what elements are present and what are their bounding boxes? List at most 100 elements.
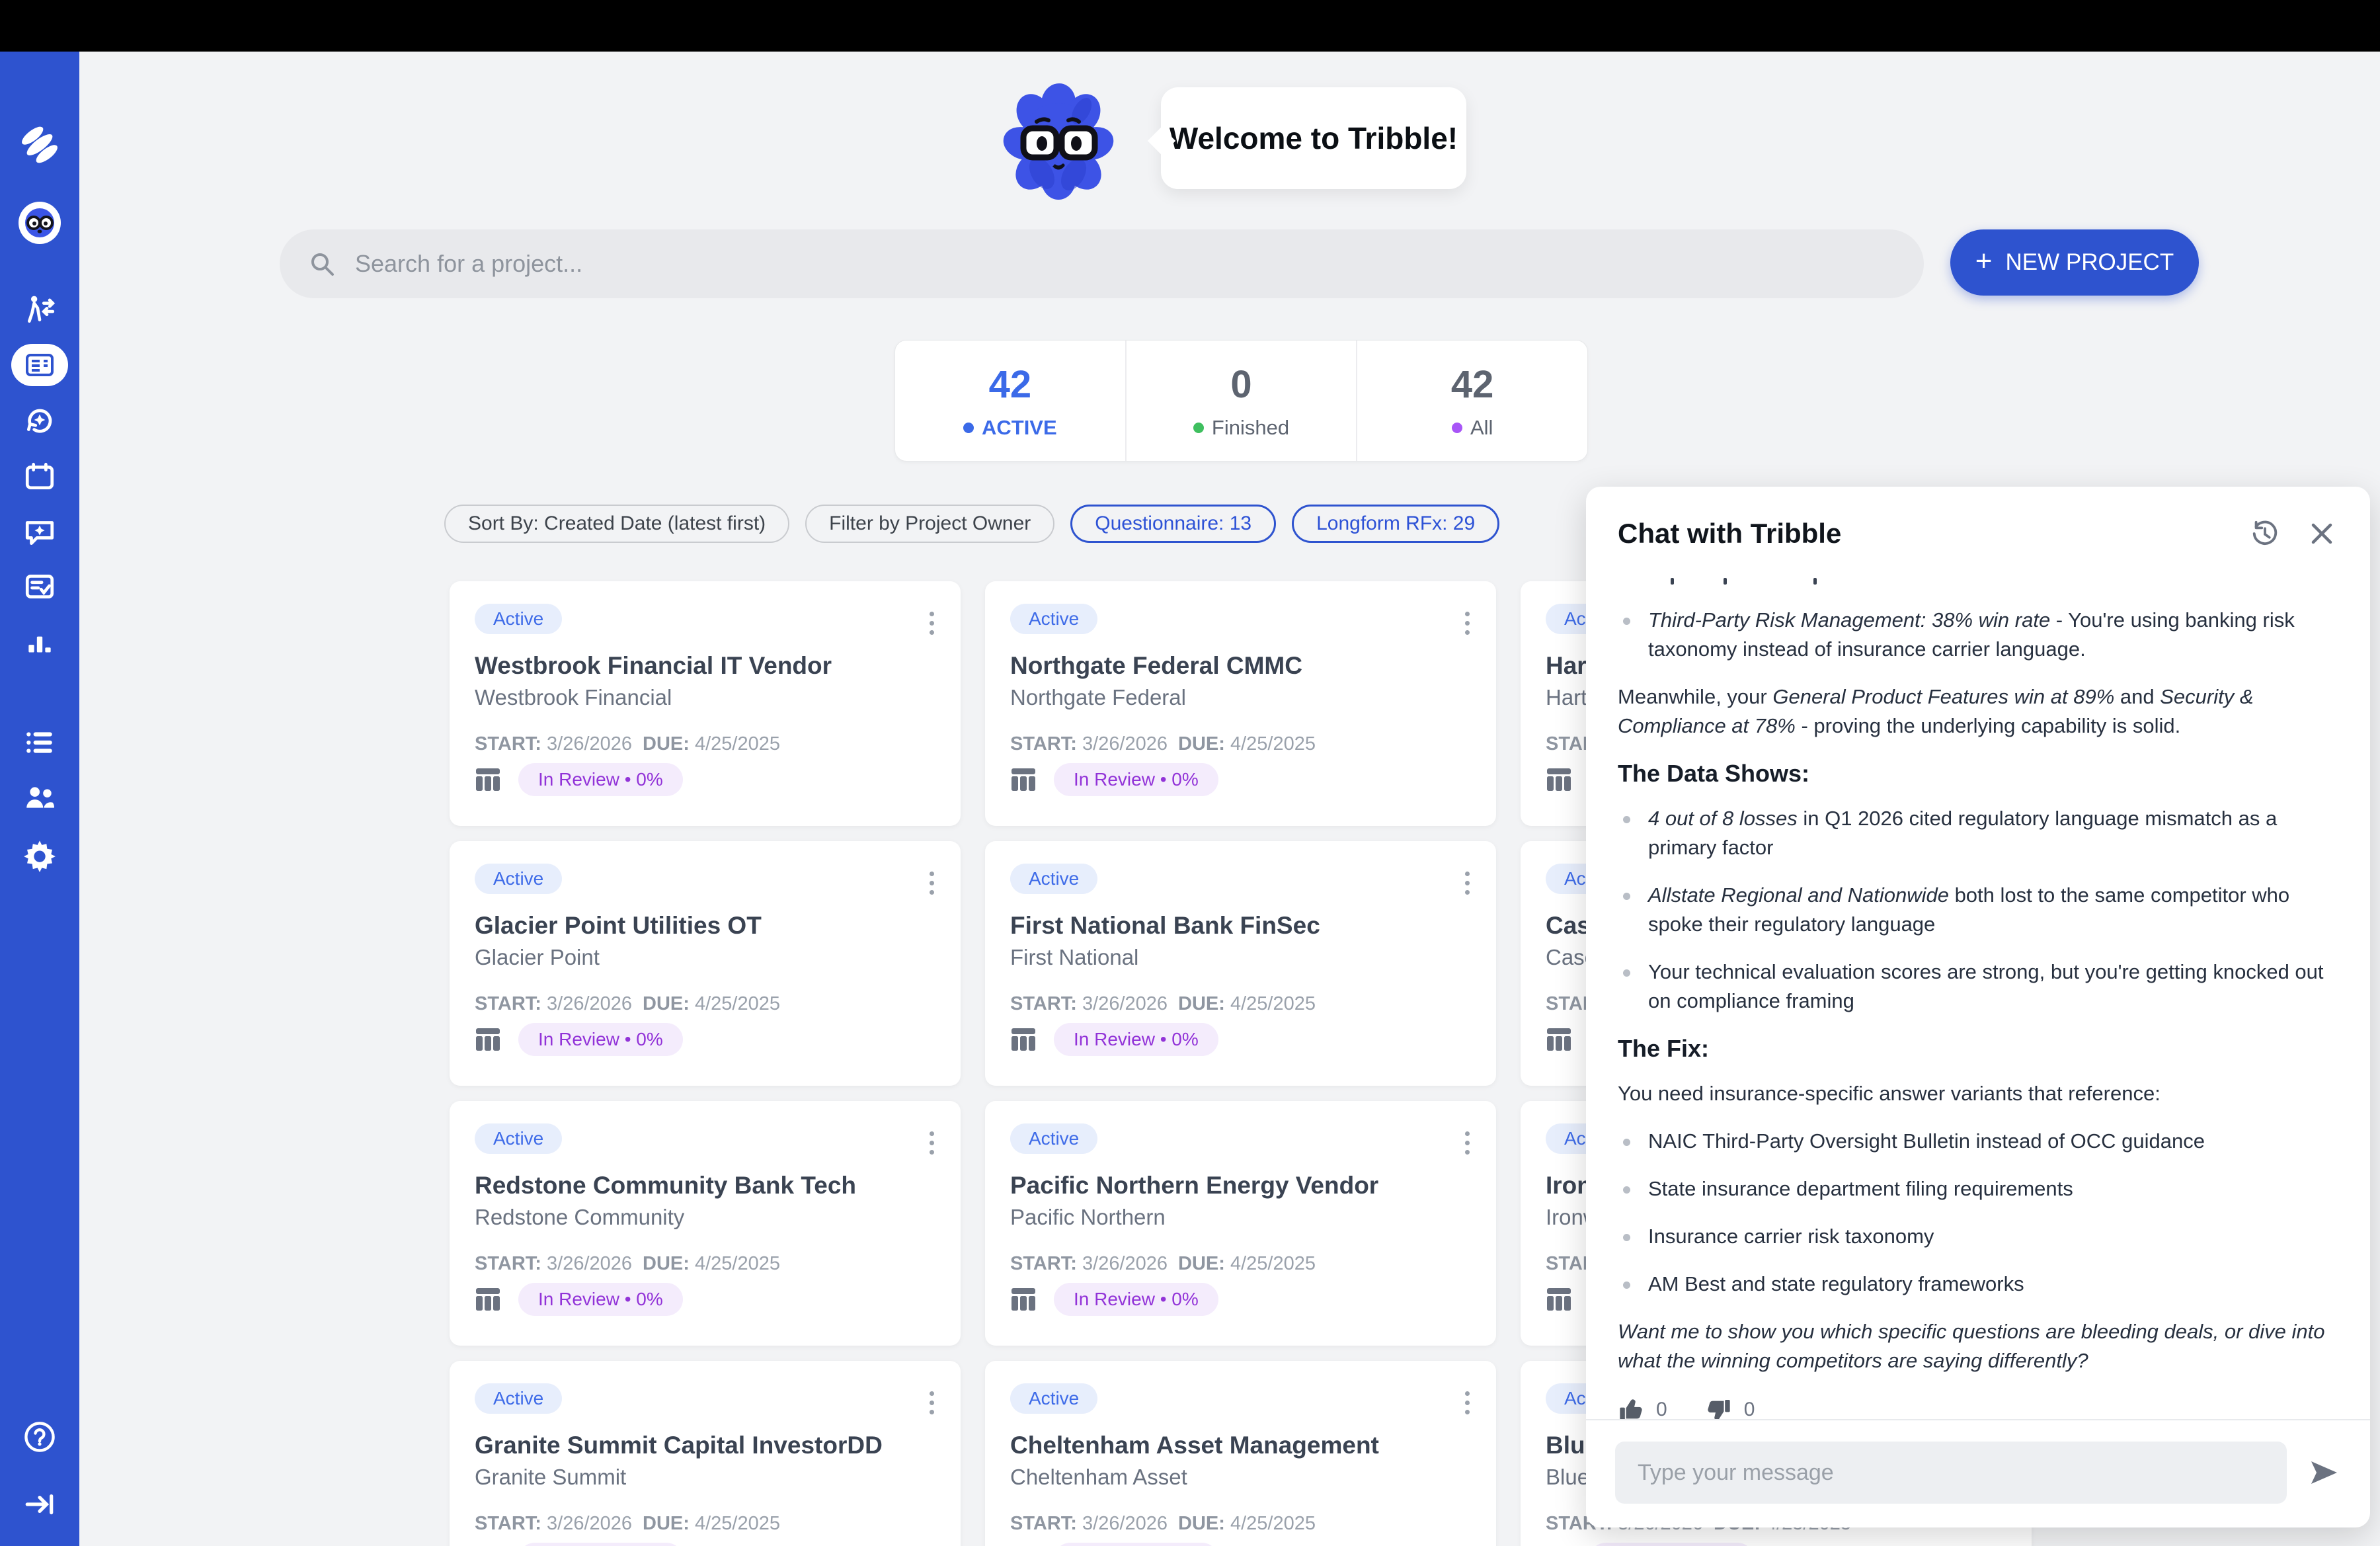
status-badge: Active xyxy=(1010,1123,1097,1154)
project-card[interactable]: Active Westbrook Financial IT Vendor Westb… xyxy=(450,581,961,826)
project-subtitle: Westbrook Financial xyxy=(475,684,935,711)
project-subtitle: Northgate Federal xyxy=(1010,684,1471,711)
questionnaire-chip[interactable]: Questionnaire: 13 xyxy=(1070,505,1276,543)
sort-by-chip[interactable]: Sort By: Created Date (latest first) xyxy=(444,505,789,543)
calendar-icon[interactable] xyxy=(0,460,79,493)
stat-all[interactable]: 42 All xyxy=(1356,341,1587,461)
settings-gear-icon[interactable] xyxy=(0,838,79,872)
card-menu-icon[interactable] xyxy=(1461,608,1474,639)
chat-data-list: 4 out of 8 losses in Q1 2026 cited regul… xyxy=(1618,804,2338,1016)
stat-finished[interactable]: 0 Finished xyxy=(1125,341,1357,461)
chat-title: Chat with Tribble xyxy=(1618,518,2227,549)
project-card[interactable]: ActiveFirst National Bank FinSecFirst Na… xyxy=(985,841,1496,1086)
status-badge: Active xyxy=(475,1383,562,1414)
chat-bullet: Insurance carrier risk taxonomy xyxy=(1618,1222,2338,1251)
help-icon[interactable] xyxy=(0,1420,79,1454)
send-message-button[interactable] xyxy=(2304,1453,2344,1492)
filter-owner-chip[interactable]: Filter by Project Owner xyxy=(805,505,1054,543)
project-dates: START: 3/26/2026DUE: 4/25/2025 xyxy=(475,993,935,1015)
list-menu-icon[interactable] xyxy=(0,726,79,759)
chat-heading-fix: The Fix: xyxy=(1618,1034,2338,1063)
chat-messages[interactable]: Third-Party Risk Management: 38% win rat… xyxy=(1586,561,2370,1419)
status-badge: Active xyxy=(1010,1383,1097,1414)
stat-active-label: ACTIVE xyxy=(982,416,1057,440)
card-menu-icon[interactable] xyxy=(1461,868,1474,899)
project-card[interactable]: ActiveRedstone Community Bank TechRedsto… xyxy=(450,1101,961,1346)
new-project-button[interactable]: + NEW PROJECT xyxy=(1950,229,2199,296)
project-subtitle: Redstone Community xyxy=(475,1204,935,1231)
sign-out-icon[interactable] xyxy=(0,1488,79,1521)
app-screen: TK xyxy=(0,0,2380,1546)
sidebar-item-projects-active[interactable] xyxy=(11,344,68,386)
chat-bullet: Allstate Regional and Nationwide both lo… xyxy=(1618,881,2338,939)
project-title: Northgate Federal CMMC xyxy=(1010,651,1471,680)
project-title: Westbrook Financial IT Vendor xyxy=(475,651,935,680)
chat-bullet: Third-Party Risk Management: 38% win rat… xyxy=(1618,606,2338,664)
card-menu-icon[interactable] xyxy=(926,868,938,899)
card-menu-icon[interactable] xyxy=(926,1387,938,1418)
chat-sparkle-icon[interactable] xyxy=(0,515,79,548)
project-subtitle: Cheltenham Asset xyxy=(1010,1464,1471,1490)
chat-close-button[interactable] xyxy=(2303,514,2341,553)
sync-sparkle-icon[interactable] xyxy=(0,403,79,436)
chat-closing-question: Want me to show you which specific quest… xyxy=(1618,1317,2338,1375)
review-progress-badge: In Review • 0% xyxy=(1054,1023,1218,1056)
project-title: Glacier Point Utilities OT xyxy=(475,911,935,940)
card-menu-icon[interactable] xyxy=(926,608,938,639)
survey-check-icon[interactable] xyxy=(0,570,79,603)
chat-bullet: AM Best and state regulatory frameworks xyxy=(1618,1270,2338,1299)
search-input[interactable] xyxy=(354,249,1811,278)
project-card[interactable]: Active Granite Summit Capital InvestorDD G… xyxy=(450,1361,961,1546)
filter-bar: Sort By: Created Date (latest first) Fil… xyxy=(444,505,1499,543)
project-search xyxy=(280,229,1924,298)
chat-history-button[interactable] xyxy=(2244,513,2285,554)
project-dates: START: 3/26/2026DUE: 4/25/2025 xyxy=(1010,1253,1471,1275)
people-icon[interactable] xyxy=(0,782,79,815)
project-dates: START: 3/26/2026DUE: 4/25/2025 xyxy=(1010,733,1471,755)
table-icon xyxy=(475,767,501,792)
project-title: First National Bank FinSec xyxy=(1010,911,1471,940)
chat-message-input[interactable] xyxy=(1615,1442,2287,1504)
bar-chart-icon[interactable] xyxy=(0,627,79,660)
project-dates: START: 3/26/2026DUE: 4/25/2025 xyxy=(1010,993,1471,1015)
feedback-row: 0 0 xyxy=(1618,1395,2338,1419)
table-icon xyxy=(1546,1287,1572,1312)
table-icon xyxy=(1546,1027,1572,1052)
project-dates: START: 3/26/2026DUE: 4/25/2025 xyxy=(475,1253,935,1275)
stat-active[interactable]: 42 ACTIVE xyxy=(895,341,1125,461)
thumbs-down-button[interactable] xyxy=(1706,1397,1732,1419)
project-title: Pacific Northern Energy Vendor xyxy=(1010,1171,1471,1200)
card-menu-icon[interactable] xyxy=(1461,1127,1474,1159)
project-subtitle: Pacific Northern xyxy=(1010,1204,1471,1231)
project-subtitle: Granite Summit xyxy=(475,1464,935,1490)
status-badge: Active xyxy=(475,604,562,634)
project-card[interactable]: ActiveGlacier Point Utilities OTGlacier … xyxy=(450,841,961,1086)
clipped-message-line xyxy=(1647,578,2338,589)
stat-finished-label: Finished xyxy=(1212,416,1289,440)
project-card[interactable]: ActiveNorthgate Federal CMMCNorthgate Fe… xyxy=(985,581,1496,826)
thumbs-up-button[interactable] xyxy=(1618,1397,1644,1419)
status-badge: Active xyxy=(475,864,562,894)
tribble-avatar-icon[interactable] xyxy=(19,202,61,244)
review-progress-badge: In Review • 0% xyxy=(518,1283,683,1316)
tribble-logo-icon xyxy=(0,123,79,167)
stat-all-label: All xyxy=(1470,416,1493,440)
project-dates: START: 3/26/2026DUE: 4/25/2025 xyxy=(475,733,935,755)
handover-icon[interactable] xyxy=(0,294,79,327)
review-progress-badge: In Review • 0% xyxy=(1054,763,1218,796)
project-card[interactable]: ActiveCheltenham Asset ManagementChelten… xyxy=(985,1361,1496,1546)
stat-active-value: 42 xyxy=(989,362,1032,407)
card-menu-icon[interactable] xyxy=(926,1127,938,1159)
chat-heading-data: The Data Shows: xyxy=(1618,759,2338,788)
project-card[interactable]: Active Pacific Northern Energy Vendor Paci… xyxy=(985,1101,1496,1346)
table-icon xyxy=(1010,1027,1037,1052)
project-title: Redstone Community Bank Tech xyxy=(475,1171,935,1200)
welcome-text: Welcome to Tribble! xyxy=(1170,120,1458,156)
project-subtitle: First National xyxy=(1010,944,1471,971)
review-progress-badge: In Review • 0% xyxy=(518,1023,683,1056)
table-icon xyxy=(475,1027,501,1052)
stat-finished-value: 0 xyxy=(1230,362,1251,407)
longform-rfx-chip[interactable]: Longform RFx: 29 xyxy=(1292,505,1499,543)
card-menu-icon[interactable] xyxy=(1461,1387,1474,1418)
project-title: Granite Summit Capital InvestorDD xyxy=(475,1431,935,1460)
